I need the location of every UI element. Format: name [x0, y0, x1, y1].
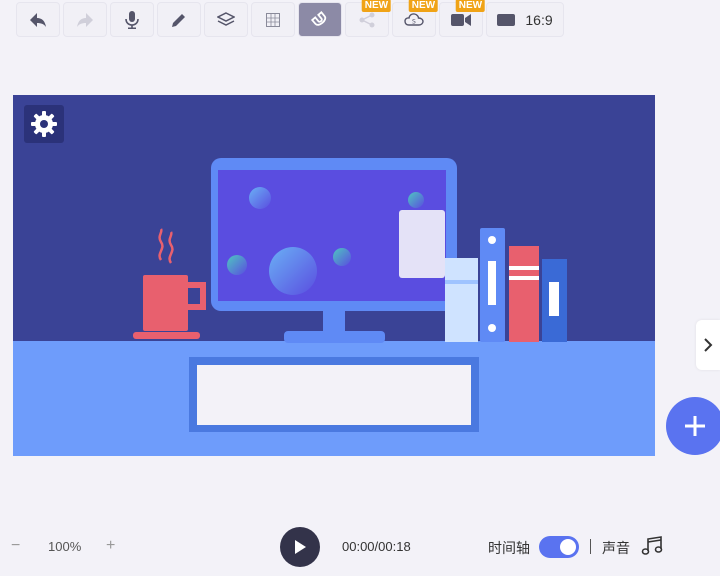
cloud-subtitle-icon: S: [404, 12, 424, 26]
share-nodes-icon: [359, 12, 375, 27]
sound-label[interactable]: 声音: [602, 538, 630, 558]
music-note-icon[interactable]: [641, 536, 663, 556]
play-button[interactable]: [280, 527, 320, 567]
share-button[interactable]: NEW: [345, 0, 392, 37]
new-badge: NEW: [455, 0, 486, 12]
next-panel-button[interactable]: [696, 320, 720, 370]
timeline-toggle[interactable]: [539, 536, 579, 558]
zoom-in-button[interactable]: +: [106, 537, 115, 555]
microphone-icon: [125, 10, 139, 29]
grid-icon: [266, 12, 280, 27]
plus-icon: [685, 416, 705, 436]
record-voice-button[interactable]: [110, 2, 154, 37]
pencil-icon: [172, 13, 185, 27]
aspect-ratio-label: 16:9: [525, 11, 553, 28]
undo-button[interactable]: [16, 2, 60, 37]
aspect-ratio-button[interactable]: 16:9: [486, 2, 564, 37]
add-scene-button[interactable]: [666, 397, 720, 455]
new-badge: NEW: [361, 0, 392, 12]
video-record-button[interactable]: NEW: [439, 0, 486, 37]
layers-button[interactable]: [204, 2, 248, 37]
play-icon: [295, 540, 306, 554]
undo-icon: [30, 12, 46, 27]
chevron-right-icon: [704, 338, 713, 352]
scene-canvas[interactable]: [13, 95, 655, 456]
magnet-button[interactable]: [298, 2, 342, 37]
top-toolbar: NEW NEW S NEW 16:9: [16, 0, 564, 38]
gear-icon: [31, 111, 57, 137]
redo-button[interactable]: [63, 2, 107, 37]
playback-time: 00:00/00:18: [342, 539, 411, 554]
toggle-knob: [560, 539, 576, 555]
bottom-bar: − 100% + 00:00/00:18 时间轴 声音: [0, 525, 720, 569]
new-badge: NEW: [408, 0, 439, 12]
timeline-label: 时间轴: [488, 540, 530, 556]
zoom-out-button[interactable]: −: [11, 537, 20, 555]
divider: [590, 539, 591, 554]
layers-icon: [217, 11, 235, 26]
cloud-subtitle-button[interactable]: NEW S: [392, 0, 439, 37]
settings-button[interactable]: [24, 105, 64, 143]
redo-icon: [77, 12, 93, 27]
draw-button[interactable]: [157, 2, 201, 37]
screen-ratio-icon: [497, 13, 516, 26]
svg-text:S: S: [412, 18, 416, 25]
magnet-icon: [311, 10, 327, 26]
video-camera-icon: [451, 13, 471, 26]
zoom-level: 100%: [48, 539, 82, 554]
grid-button[interactable]: [251, 2, 295, 37]
desk-illustration: [133, 158, 567, 432]
